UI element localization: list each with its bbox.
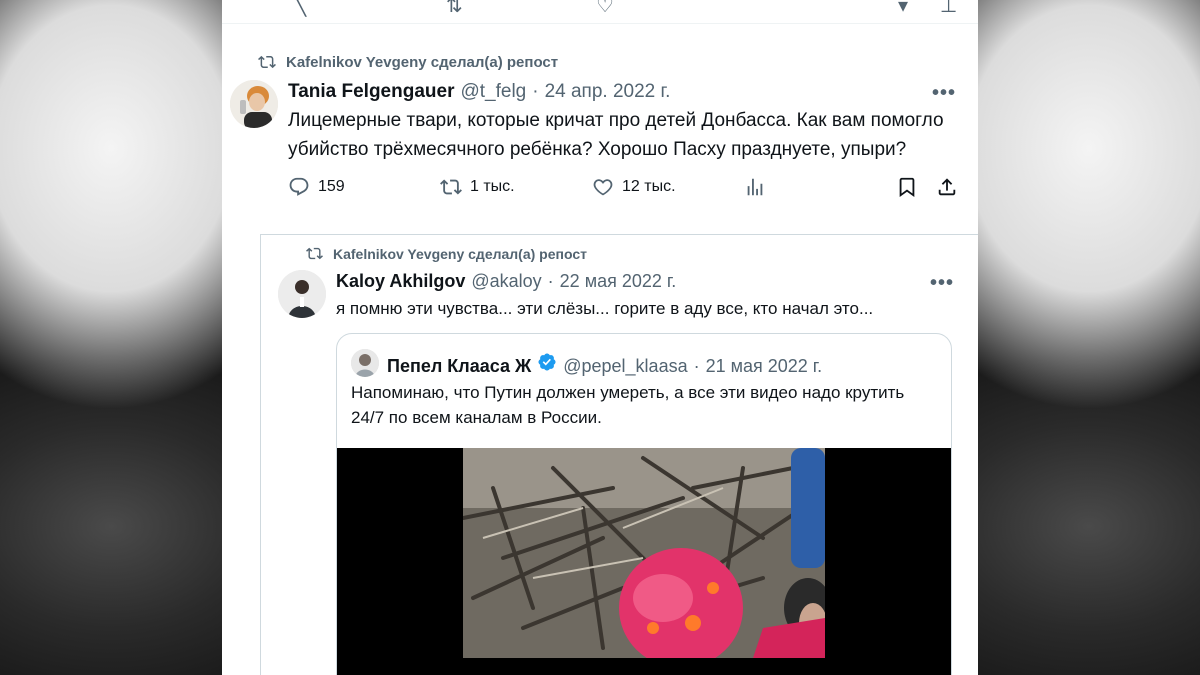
video-still-image	[463, 448, 825, 658]
timeline-panel: ╲ ⇅ ♡ ▾ ⊥ Kafelnikov Yevgeny сделал(а) р…	[222, 0, 978, 675]
heart-icon[interactable]: ♡	[596, 0, 614, 16]
tweet-header: Kaloy Akhilgov @akaloy · 22 мая 2022 г.	[336, 271, 676, 292]
tweet-text-line: убийство трёхмесячного ребёнка? Хорошо П…	[288, 139, 907, 160]
repost-label: Kafelnikov Yevgeny сделал(а) репост	[333, 245, 587, 262]
author-handle[interactable]: @akaloy	[471, 271, 541, 292]
tweet-header: Tania Felgengauer @t_felg · 24 апр. 2022…	[288, 81, 670, 103]
avatar-image	[351, 349, 379, 377]
avatar[interactable]	[230, 80, 278, 128]
reply-icon	[289, 177, 309, 196]
repost-count: 1 тыс.	[470, 178, 515, 195]
more-options-icon[interactable]: •••	[930, 272, 954, 295]
tweet-text-line: Лицемерные твари, которые кричат про дет…	[288, 110, 944, 131]
share-icon[interactable]: ⊥	[940, 0, 957, 16]
repost-label: Kafelnikov Yevgeny сделал(а) репост	[286, 53, 559, 71]
share-icon	[938, 178, 956, 196]
quoted-text: Напоминаю, что Путин должен умереть, а в…	[351, 380, 904, 430]
avatar[interactable]	[278, 270, 326, 318]
author-handle[interactable]: @t_felg	[460, 81, 526, 103]
share-button[interactable]	[936, 176, 958, 198]
quoted-tweet[interactable]: Пепел Клааса Ж @pepel_klaasa · 21 мая 20…	[336, 333, 952, 675]
avatar	[351, 349, 379, 377]
tweet-date: 21 мая 2022 г.	[705, 356, 823, 376]
avatar-image	[278, 270, 326, 318]
like-button[interactable]: 12 тыс.	[592, 176, 676, 198]
previous-tweet-actions: ╲ ⇅ ♡ ▾ ⊥	[222, 0, 978, 24]
author-name[interactable]: Tania Felgengauer	[288, 81, 454, 103]
bookmark-icon	[899, 177, 915, 198]
heart-icon	[593, 179, 613, 196]
author-name: Пепел Клааса Ж	[387, 356, 532, 376]
bookmark-button[interactable]	[896, 176, 918, 198]
tweet-date[interactable]: 22 мая 2022 г.	[560, 271, 677, 292]
repost-icon	[258, 55, 276, 69]
tweet-date[interactable]: 24 апр. 2022 г.	[545, 81, 671, 103]
author-name[interactable]: Kaloy Akhilgov	[336, 271, 465, 292]
repost-icon	[440, 179, 462, 195]
analytics-icon	[747, 178, 763, 196]
bookmark-icon[interactable]: ▾	[898, 0, 908, 16]
blurred-background-right	[978, 0, 1200, 675]
repost-indicator: Kafelnikov Yevgeny сделал(а) репост	[306, 245, 587, 262]
reply-count: 159	[318, 178, 345, 195]
author-handle: @pepel_klaasa	[563, 356, 688, 376]
tweet-text: я помню эти чувства... эти слёзы... гори…	[336, 299, 874, 318]
separator: ·	[532, 81, 539, 102]
more-options-icon[interactable]: •••	[932, 82, 956, 105]
quoted-header: Пепел Клааса Ж @pepel_klaasa · 21 мая 20…	[387, 352, 822, 377]
separator: ·	[693, 356, 700, 376]
video-player[interactable]	[337, 448, 951, 675]
quoted-text-line: Напоминаю, что Путин должен умереть, а в…	[351, 383, 905, 402]
tweet-text: Лицемерные твари, которые кричат про дет…	[288, 106, 944, 164]
reply-button[interactable]: 159	[288, 176, 345, 198]
like-count: 12 тыс.	[622, 178, 676, 195]
repost-button[interactable]: 1 тыс.	[440, 176, 515, 198]
separator: ·	[547, 271, 554, 291]
views-button[interactable]	[744, 176, 766, 198]
reply-icon[interactable]: ╲	[294, 0, 306, 16]
blurred-background-left	[0, 0, 222, 675]
repost-indicator: Kafelnikov Yevgeny сделал(а) репост	[258, 53, 558, 71]
verified-badge-icon	[538, 353, 556, 371]
avatar-image	[230, 80, 278, 128]
video-frame	[463, 448, 825, 658]
quoted-text-line: 24/7 по всем каналам в России.	[351, 408, 602, 427]
repost-icon	[306, 247, 323, 260]
repost-icon[interactable]: ⇅	[446, 0, 463, 16]
